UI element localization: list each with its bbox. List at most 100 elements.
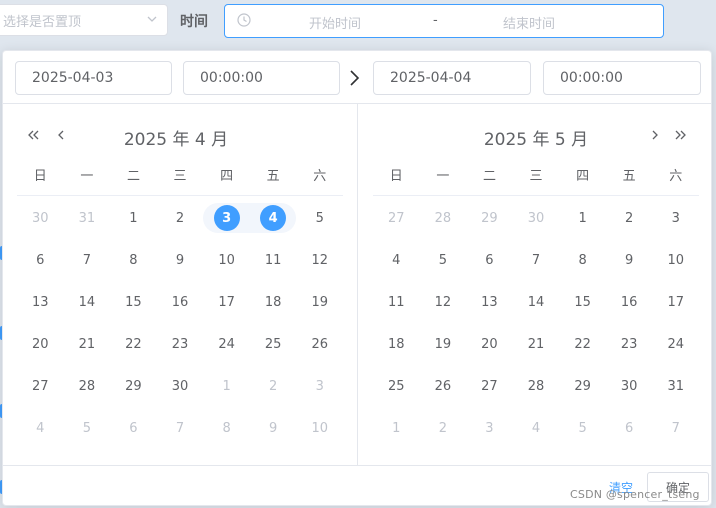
day-cell[interactable]: 7 (157, 413, 204, 443)
day-cell[interactable]: 27 (17, 371, 64, 401)
day-cell[interactable]: 27 (373, 203, 420, 233)
day-cell[interactable]: 8 (203, 413, 250, 443)
day-cell[interactable]: 11 (250, 245, 297, 275)
day-cell[interactable]: 11 (373, 287, 420, 317)
day-cell[interactable]: 10 (652, 245, 699, 275)
weekday-label: 二 (126, 169, 140, 184)
day-cell[interactable]: 6 (466, 245, 513, 275)
day-cell[interactable]: 16 (606, 287, 653, 317)
day-cell[interactable]: 3 (652, 203, 699, 233)
day-cell[interactable]: 3 (466, 413, 513, 443)
day-cell[interactable]: 6 (110, 413, 157, 443)
day-cell[interactable]: 29 (559, 371, 606, 401)
day-cell[interactable]: 27 (466, 371, 513, 401)
day-cell[interactable]: 26 (296, 329, 343, 359)
day-cell[interactable]: 6 (606, 413, 653, 443)
day-cell[interactable]: 21 (513, 329, 560, 359)
day-cell[interactable]: 9 (250, 413, 297, 443)
date-range-input[interactable]: 开始时间 - 结束时间 (224, 4, 664, 38)
start-date-input[interactable]: 2025-04-03 (15, 61, 172, 95)
day-cell[interactable]: 15 (559, 287, 606, 317)
day-cell[interactable]: 9 (606, 245, 653, 275)
selected-day-cell[interactable]: 4 (249, 203, 297, 233)
day-cell[interactable]: 17 (652, 287, 699, 317)
day-number: 11 (264, 252, 282, 268)
day-cell[interactable]: 20 (466, 329, 513, 359)
day-cell[interactable]: 15 (110, 287, 157, 317)
day-cell[interactable]: 30 (17, 203, 64, 233)
day-number: 13 (481, 294, 498, 310)
day-cell[interactable]: 1 (110, 203, 157, 233)
day-cell[interactable]: 5 (64, 413, 111, 443)
day-cell[interactable]: 10 (203, 245, 250, 275)
day-cell[interactable]: 29 (110, 371, 157, 401)
day-cell[interactable]: 7 (652, 413, 699, 443)
day-cell[interactable]: 1 (203, 371, 250, 401)
day-cell[interactable]: 5 (559, 413, 606, 443)
day-cell[interactable]: 5 (296, 203, 343, 233)
day-cell[interactable]: 17 (203, 287, 250, 317)
day-cell[interactable]: 30 (157, 371, 204, 401)
day-cell[interactable]: 25 (250, 329, 297, 359)
day-cell[interactable]: 2 (250, 371, 297, 401)
day-cell[interactable]: 16 (157, 287, 204, 317)
day-cell[interactable]: 14 (64, 287, 111, 317)
day-cell[interactable]: 19 (296, 287, 343, 317)
day-cell[interactable]: 12 (296, 245, 343, 275)
day-cell[interactable]: 30 (606, 371, 653, 401)
day-cell[interactable]: 2 (606, 203, 653, 233)
day-cell[interactable]: 18 (250, 287, 297, 317)
day-number: 30 (527, 210, 545, 226)
day-cell[interactable]: 6 (17, 245, 64, 275)
day-cell[interactable]: 8 (559, 245, 606, 275)
start-time-input[interactable]: 00:00:00 (183, 61, 340, 95)
day-number: 2 (625, 210, 634, 226)
end-time-input[interactable]: 00:00:00 (543, 61, 701, 95)
day-cell[interactable]: 23 (606, 329, 653, 359)
day-cell[interactable]: 9 (157, 245, 204, 275)
day-cell[interactable]: 2 (420, 413, 467, 443)
day-cell[interactable]: 4 (17, 413, 64, 443)
day-cell[interactable]: 28 (420, 203, 467, 233)
day-cell[interactable]: 18 (373, 329, 420, 359)
day-cell[interactable]: 3 (296, 371, 343, 401)
day-cell[interactable]: 7 (513, 245, 560, 275)
day-cell[interactable]: 4 (373, 245, 420, 275)
day-cell[interactable]: 28 (513, 371, 560, 401)
day-cell[interactable]: 22 (110, 329, 157, 359)
day-cell[interactable]: 29 (466, 203, 513, 233)
day-cell[interactable]: 26 (420, 371, 467, 401)
double-chevron-right-icon[interactable] (673, 127, 689, 143)
day-cell[interactable]: 4 (513, 413, 560, 443)
day-cell[interactable]: 31 (64, 203, 111, 233)
selected-day-cell[interactable]: 3 (203, 203, 250, 233)
day-cell[interactable]: 1 (373, 413, 420, 443)
day-cell[interactable]: 21 (64, 329, 111, 359)
day-cell[interactable]: 1 (559, 203, 606, 233)
day-cell[interactable]: 14 (513, 287, 560, 317)
day-cell[interactable]: 2 (157, 203, 204, 233)
pin-select[interactable]: 选择是否置顶 (0, 4, 168, 36)
day-cell[interactable]: 7 (64, 245, 111, 275)
day-cell[interactable]: 20 (17, 329, 64, 359)
day-cell[interactable]: 24 (203, 329, 250, 359)
day-cell[interactable]: 31 (652, 371, 699, 401)
day-cell[interactable]: 25 (373, 371, 420, 401)
day-number: 14 (527, 294, 545, 310)
end-date-input[interactable]: 2025-04-04 (373, 61, 531, 95)
day-cell[interactable]: 23 (157, 329, 204, 359)
day-cell[interactable]: 8 (110, 245, 157, 275)
day-number: 1 (578, 210, 587, 226)
day-cell[interactable]: 30 (513, 203, 560, 233)
day-cell[interactable]: 28 (64, 371, 111, 401)
day-cell[interactable]: 22 (559, 329, 606, 359)
chevron-right-icon[interactable] (647, 127, 663, 143)
day-number: 17 (218, 294, 235, 310)
day-cell[interactable]: 12 (420, 287, 467, 317)
day-cell[interactable]: 19 (420, 329, 467, 359)
day-cell[interactable]: 5 (420, 245, 467, 275)
day-cell[interactable]: 10 (296, 413, 343, 443)
day-cell[interactable]: 13 (17, 287, 64, 317)
day-cell[interactable]: 13 (466, 287, 513, 317)
day-cell[interactable]: 24 (652, 329, 699, 359)
